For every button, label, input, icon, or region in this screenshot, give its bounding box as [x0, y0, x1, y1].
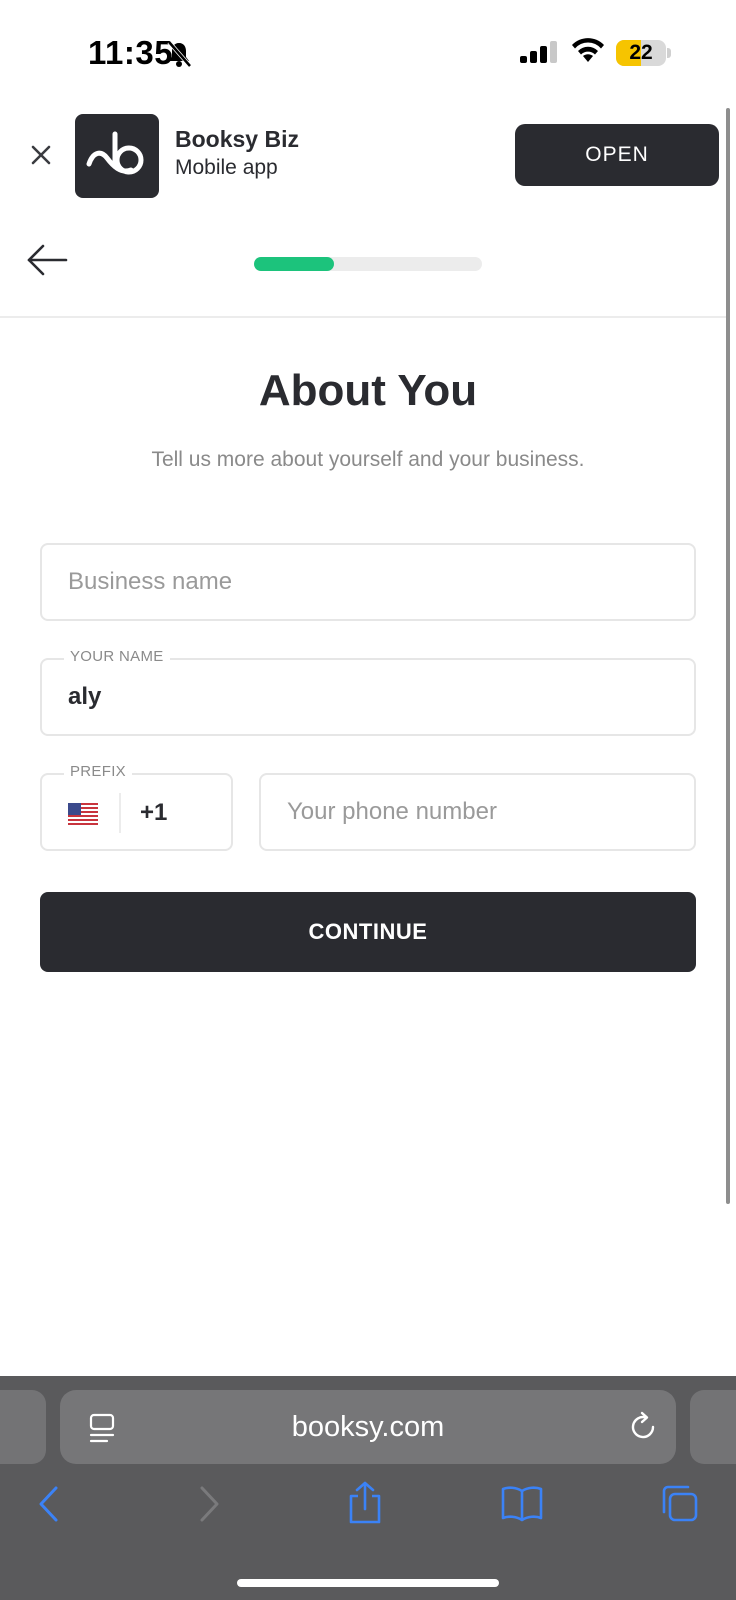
- browser-toolbar: booksy.com: [0, 1376, 736, 1600]
- scrollbar[interactable]: [726, 108, 730, 1204]
- phone-prefix-select[interactable]: PREFIX +1: [40, 763, 233, 851]
- home-indicator[interactable]: [237, 1579, 499, 1587]
- your-name-input[interactable]: [68, 660, 680, 734]
- phone-number-input[interactable]: [287, 775, 680, 849]
- business-name-field[interactable]: [40, 543, 696, 621]
- address-bar[interactable]: booksy.com: [60, 1390, 676, 1464]
- battery-level: 22: [629, 41, 653, 64]
- tabs-icon[interactable]: [658, 1482, 700, 1524]
- bell-muted-icon: [167, 40, 192, 68]
- your-name-field[interactable]: YOUR NAME: [40, 648, 696, 736]
- battery-cap: [667, 48, 671, 58]
- prefix-label: PREFIX: [64, 763, 132, 780]
- progress-bar: [254, 257, 482, 271]
- battery-indicator: 22: [616, 40, 666, 66]
- booksy-b-icon: [86, 131, 144, 175]
- page-title: About You: [258, 366, 478, 415]
- status-time: 11:35: [88, 34, 174, 71]
- bookmarks-icon[interactable]: [500, 1484, 544, 1522]
- previous-tab-preview[interactable]: [0, 1390, 46, 1464]
- next-tab-preview[interactable]: [690, 1390, 736, 1464]
- wifi-icon: [572, 38, 604, 62]
- header-divider: [0, 316, 726, 318]
- forward-nav-icon[interactable]: [196, 1484, 222, 1524]
- app-subtitle: Mobile app: [175, 156, 278, 179]
- business-name-input[interactable]: [68, 545, 680, 619]
- prefix-value: +1: [140, 799, 168, 826]
- reload-icon[interactable]: [626, 1410, 660, 1444]
- page-subtitle: Tell us more about yourself and your bus…: [151, 448, 585, 471]
- app-name: Booksy Biz: [175, 126, 299, 152]
- cellular-signal-icon: [520, 41, 557, 63]
- phone-number-field[interactable]: [259, 773, 696, 851]
- back-nav-icon[interactable]: [36, 1484, 62, 1524]
- booksy-logo: [75, 114, 159, 198]
- share-icon[interactable]: [346, 1480, 384, 1526]
- close-icon[interactable]: [26, 140, 56, 170]
- us-flag-icon: [68, 803, 98, 825]
- url-text[interactable]: booksy.com: [60, 1390, 676, 1464]
- open-app-button[interactable]: OPEN: [515, 124, 719, 186]
- progress-fill: [254, 257, 334, 271]
- prefix-divider: [119, 793, 121, 833]
- back-arrow-icon[interactable]: [26, 242, 68, 278]
- status-bar: 11:35 22: [0, 0, 736, 104]
- continue-button[interactable]: CONTINUE: [40, 892, 696, 972]
